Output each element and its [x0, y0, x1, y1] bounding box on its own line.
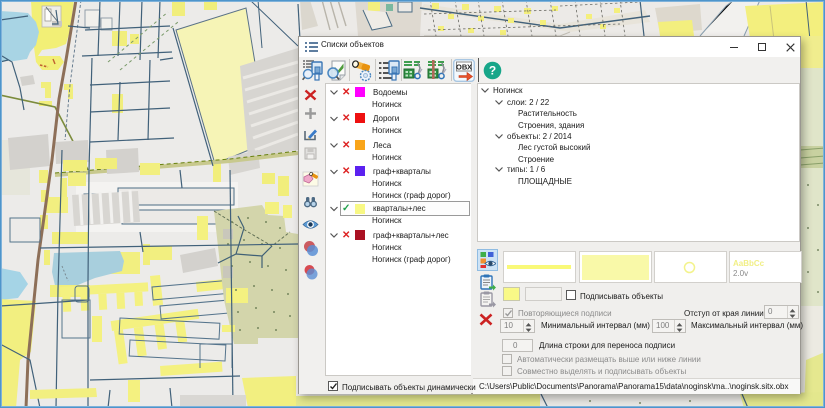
svg-text:ОВХ: ОВХ: [456, 63, 472, 72]
svg-text:?: ?: [489, 64, 496, 78]
